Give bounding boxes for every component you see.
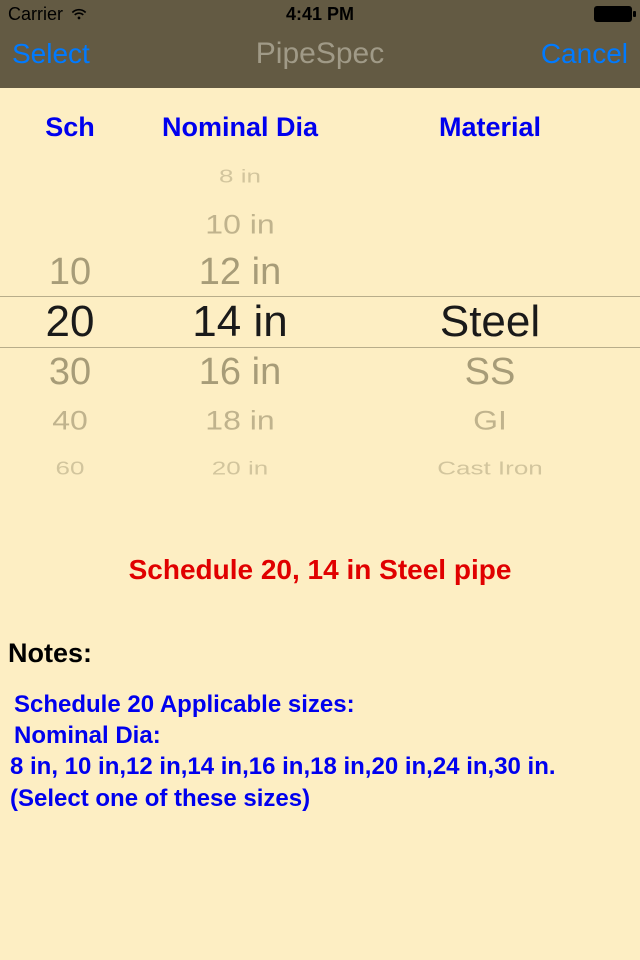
picker-sch-option[interactable]: 40 bbox=[52, 399, 88, 440]
picker-dia-option[interactable]: 18 in bbox=[205, 399, 274, 440]
picker-sch-selected[interactable]: 20 bbox=[46, 296, 95, 348]
picker-sch-option[interactable]: 10 bbox=[49, 248, 91, 296]
notes-label: Notes: bbox=[8, 638, 640, 669]
battery-icon bbox=[594, 6, 632, 22]
picker-col-sch[interactable]: 10 20 30 40 60 80 bbox=[0, 159, 140, 484]
wifi-icon bbox=[69, 4, 89, 24]
picker-col-mat[interactable]: Steel SS GI Cast Iron Concrete bbox=[340, 159, 640, 484]
selection-summary: Schedule 20, 14 in Steel pipe bbox=[0, 554, 640, 586]
picker-dia-option[interactable]: 16 in bbox=[199, 348, 281, 396]
picker-dia-option[interactable]: 12 in bbox=[199, 248, 281, 296]
picker-dia-selected[interactable]: 14 in bbox=[192, 296, 287, 348]
nav-bar: Select PipeSpec Cancel bbox=[0, 28, 640, 88]
picker-dia-option[interactable]: 8 in bbox=[219, 159, 261, 192]
picker-dia-option[interactable]: 10 in bbox=[205, 203, 274, 244]
carrier-label: Carrier bbox=[8, 4, 63, 25]
picker-mat-option[interactable]: Cast Iron bbox=[437, 451, 543, 484]
picker-mat-selected[interactable]: Steel bbox=[440, 296, 540, 348]
header-material: Material bbox=[340, 112, 640, 143]
select-button[interactable]: Select bbox=[12, 38, 90, 70]
nav-title: PipeSpec bbox=[256, 37, 384, 71]
status-time: 4:41 PM bbox=[286, 4, 354, 25]
header-sch: Sch bbox=[0, 112, 140, 143]
picker-sch-option[interactable]: 60 bbox=[56, 451, 85, 484]
picker-wheel[interactable]: 10 20 30 40 60 80 6 in 8 in 10 in 12 in … bbox=[0, 159, 640, 484]
cancel-button[interactable]: Cancel bbox=[541, 38, 628, 70]
notes-line: 8 in, 10 in,12 in,14 in,16 in,18 in,20 i… bbox=[10, 751, 640, 782]
picker-mat-option[interactable]: GI bbox=[473, 399, 507, 440]
picker-dia-option[interactable]: 20 in bbox=[212, 451, 268, 484]
notes-line: Nominal Dia: bbox=[10, 720, 640, 751]
header-nominal-dia: Nominal Dia bbox=[140, 112, 340, 143]
picker-headers: Sch Nominal Dia Material bbox=[0, 88, 640, 159]
picker-col-dia[interactable]: 6 in 8 in 10 in 12 in 14 in 16 in 18 in … bbox=[140, 159, 340, 484]
status-bar: Carrier 4:41 PM bbox=[0, 0, 640, 28]
notes-line: Schedule 20 Applicable sizes: bbox=[10, 689, 640, 720]
picker-mat-option[interactable]: SS bbox=[465, 348, 516, 396]
notes-body: Schedule 20 Applicable sizes: Nominal Di… bbox=[10, 689, 640, 814]
picker-sch-option[interactable]: 30 bbox=[49, 348, 91, 396]
notes-line: (Select one of these sizes) bbox=[10, 783, 640, 814]
